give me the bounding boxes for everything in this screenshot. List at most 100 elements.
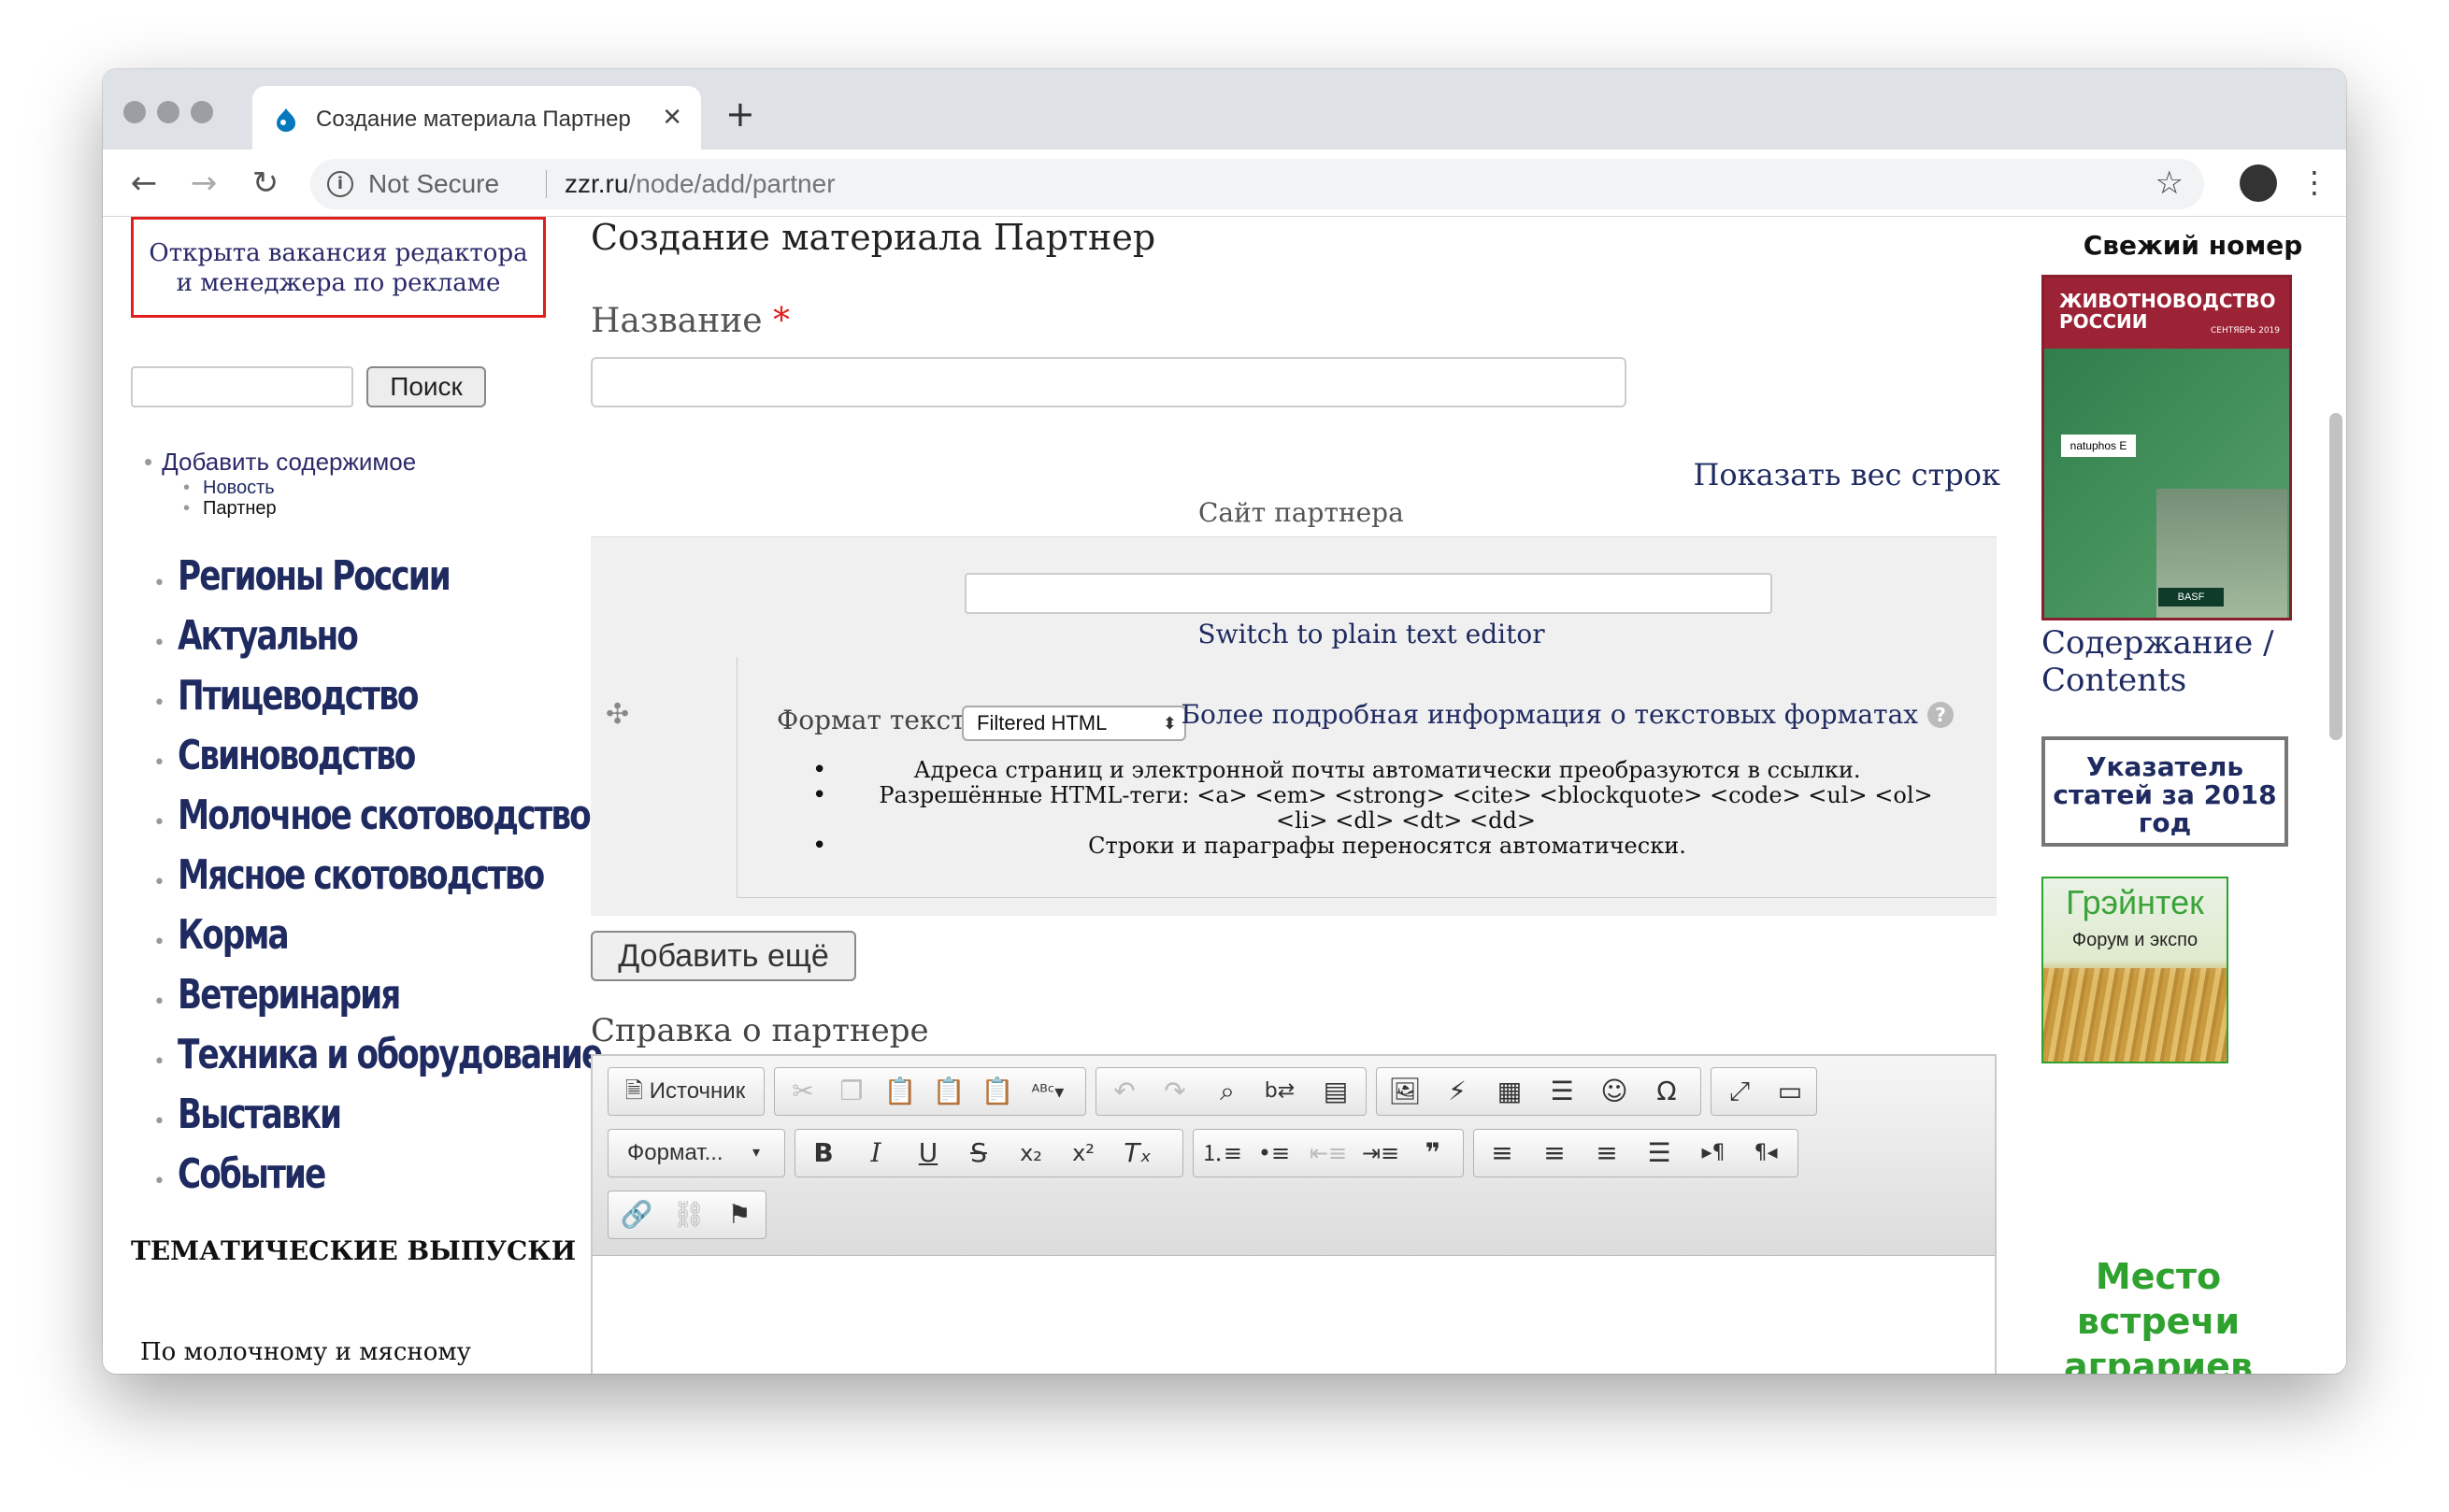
maximize-window-button[interactable] xyxy=(191,101,213,123)
image-icon[interactable]: 🖼 xyxy=(1381,1068,1429,1117)
bullet: • xyxy=(153,811,165,834)
partner-site-input[interactable] xyxy=(965,573,1772,614)
rtl-icon[interactable]: ¶◂ xyxy=(1741,1130,1790,1178)
browser-menu-icon[interactable]: ⋮ xyxy=(2299,161,2329,204)
link-group: 🔗 ⛓ ⚑ xyxy=(608,1191,766,1239)
subscript-icon[interactable]: x₂ xyxy=(1007,1130,1055,1178)
graintek-title: Грэйнтек xyxy=(2066,883,2204,921)
nav-item-label: Актуально xyxy=(178,612,359,660)
paste-word-icon[interactable]: 📋 xyxy=(973,1068,1022,1117)
browser-window: Создание материала Партнер ✕ + ← → ↻ i N… xyxy=(103,69,2346,1374)
special-char-icon[interactable]: Ω xyxy=(1642,1068,1691,1117)
switch-plain-text-link[interactable]: Switch to plain text editor xyxy=(591,618,1997,651)
smiley-icon[interactable]: ☺ xyxy=(1590,1068,1639,1117)
numbered-list-icon[interactable]: ⒈≡ xyxy=(1197,1130,1246,1178)
redo-icon[interactable]: ↷ xyxy=(1151,1068,1199,1117)
active-tab[interactable]: Создание материала Партнер ✕ xyxy=(252,86,701,151)
tab-close-icon[interactable]: ✕ xyxy=(662,101,682,135)
cut-icon[interactable]: ✂ xyxy=(779,1068,827,1117)
blockquote-icon[interactable]: ❞ xyxy=(1409,1130,1457,1178)
text-format-select[interactable]: Filtered HTML ⬍ xyxy=(962,706,1186,741)
cover-brand: BASF xyxy=(2158,588,2224,606)
info-icon[interactable]: i xyxy=(327,171,353,197)
superscript-icon[interactable]: x² xyxy=(1059,1130,1108,1178)
align-left-icon[interactable]: ≡ xyxy=(1478,1130,1526,1178)
bullet: • xyxy=(153,871,165,894)
editor-toolbar: 🗎 Источник ✂ ❐ 📋 📋 📋 ᴬᴮᶜ▾ ↶ ↷ ⌕ b⇄ ▤ 🖼 ⚡… xyxy=(593,1056,1995,1256)
security-label[interactable]: Not Secure xyxy=(368,168,499,200)
help-icon[interactable]: ? xyxy=(1927,702,1954,728)
nav-item-label: Свиноводство xyxy=(178,732,416,779)
back-button[interactable]: ← xyxy=(123,163,165,204)
search-input[interactable] xyxy=(131,366,353,407)
source-button[interactable]: 🗎 Источник xyxy=(609,1068,762,1117)
tab-strip: Создание материала Партнер ✕ + xyxy=(103,69,2346,151)
italic-icon[interactable]: I xyxy=(852,1130,900,1178)
sub-item-partner[interactable]: • Партнер xyxy=(183,497,277,520)
align-right-icon[interactable]: ≡ xyxy=(1583,1130,1631,1178)
bulleted-list-icon[interactable]: •≡ xyxy=(1250,1130,1298,1178)
title-input[interactable] xyxy=(591,357,1626,407)
link-icon[interactable]: 🔗 xyxy=(612,1191,661,1240)
bookmark-star-icon[interactable]: ☆ xyxy=(2155,164,2184,202)
contents-link[interactable]: Содержание / Contents xyxy=(2041,624,2303,699)
articles-index-link[interactable]: Указатель статей за 2018 год xyxy=(2041,736,2288,847)
select-all-icon[interactable]: ▤ xyxy=(1311,1068,1360,1117)
outdent-icon[interactable]: ⇤≡ xyxy=(1304,1130,1353,1178)
paste-icon[interactable]: 📋 xyxy=(876,1068,924,1117)
page-scrollbar[interactable] xyxy=(2329,413,2342,740)
paste-text-icon[interactable]: 📋 xyxy=(924,1068,973,1117)
show-row-weights-link[interactable]: Показать вес строк xyxy=(1694,456,2001,493)
close-window-button[interactable] xyxy=(123,101,146,123)
copy-icon[interactable]: ❐ xyxy=(827,1068,876,1117)
profile-avatar-icon[interactable] xyxy=(2240,164,2277,202)
format-info-link[interactable]: Более подробная информация о текстовых ф… xyxy=(1181,698,1918,732)
thematic-issues-link[interactable]: По молочному и мясному xyxy=(140,1338,471,1366)
unlink-icon[interactable]: ⛓ xyxy=(665,1191,713,1240)
minimize-window-button[interactable] xyxy=(157,101,179,123)
bullet: • xyxy=(144,448,153,476)
list-item: Разрешённые HTML-теги: <a> <em> <strong>… xyxy=(812,783,1962,834)
align-center-icon[interactable]: ≡ xyxy=(1530,1130,1579,1178)
rich-text-editor: 🗎 Источник ✂ ❐ 📋 📋 📋 ᴬᴮᶜ▾ ↶ ↷ ⌕ b⇄ ▤ 🖼 ⚡… xyxy=(591,1054,1997,1374)
vacancy-line-2: и менеджера по рекламе xyxy=(176,269,501,297)
horizontal-rule-icon[interactable]: ☰ xyxy=(1538,1068,1586,1117)
vacancy-banner[interactable]: Открыта вакансия редактора и менеджера п… xyxy=(131,217,546,318)
magazine-cover[interactable]: ЖИВОТНОВОДСТВО РОССИИ СЕНТЯБРЬ 2019 natu… xyxy=(2041,275,2292,620)
add-content-link[interactable]: • Добавить содержимое xyxy=(144,447,416,477)
forward-button[interactable]: → xyxy=(183,163,224,204)
partner-site-panel: ✣ Switch to plain text editor Формат тек… xyxy=(591,536,1997,916)
strike-icon[interactable]: S xyxy=(954,1130,1003,1178)
bold-icon[interactable]: B xyxy=(799,1130,848,1178)
justify-icon[interactable]: ☰ xyxy=(1635,1130,1683,1178)
meeting-place-banner[interactable]: Место встречи аграриев xyxy=(2041,1254,2275,1374)
remove-format-icon[interactable]: Tₓ xyxy=(1113,1130,1162,1178)
add-more-button[interactable]: Добавить ещё xyxy=(591,931,856,981)
replace-icon[interactable]: b⇄ xyxy=(1255,1068,1304,1117)
list-group: ⒈≡ •≡ ⇤≡ ⇥≡ ❞ xyxy=(1193,1129,1464,1177)
underline-icon[interactable]: U xyxy=(904,1130,952,1178)
address-bar[interactable]: i Not Secure zzr.ru/node/add/partner ☆ xyxy=(310,159,2204,209)
url-text[interactable]: zzr.ru/node/add/partner xyxy=(565,168,836,200)
reload-button[interactable]: ↻ xyxy=(245,163,286,204)
select-arrows-icon: ⬍ xyxy=(1162,714,1177,733)
ltr-icon[interactable]: ▸¶ xyxy=(1689,1130,1738,1178)
search-button[interactable]: Поиск xyxy=(366,366,486,407)
anchor-flag-icon[interactable]: ⚑ xyxy=(715,1191,764,1240)
show-blocks-icon[interactable]: ▭ xyxy=(1766,1068,1814,1117)
spellcheck-icon[interactable]: ᴬᴮᶜ▾ xyxy=(1024,1068,1072,1117)
graintek-banner[interactable]: Грэйнтек Форум и экспо xyxy=(2041,877,2228,1063)
indent-icon[interactable]: ⇥≡ xyxy=(1356,1130,1405,1178)
format-dropdown[interactable]: Формат... ▾ xyxy=(609,1130,769,1178)
sub-item-news[interactable]: • Новость xyxy=(183,477,275,499)
about-partner-label: Справка о партнере xyxy=(591,1012,929,1049)
maximize-icon[interactable]: ⤢ xyxy=(1715,1068,1764,1117)
undo-icon[interactable]: ↶ xyxy=(1100,1068,1149,1117)
flash-icon[interactable]: ⚡ xyxy=(1433,1068,1482,1117)
table-icon[interactable]: ▦ xyxy=(1485,1068,1534,1117)
required-marker: * xyxy=(772,302,790,340)
basic-styles-group: B I U S x₂ x² Tₓ xyxy=(795,1129,1183,1177)
new-tab-button[interactable]: + xyxy=(725,95,755,133)
drag-handle-icon[interactable]: ✣ xyxy=(606,698,629,731)
find-icon[interactable]: ⌕ xyxy=(1203,1068,1252,1117)
